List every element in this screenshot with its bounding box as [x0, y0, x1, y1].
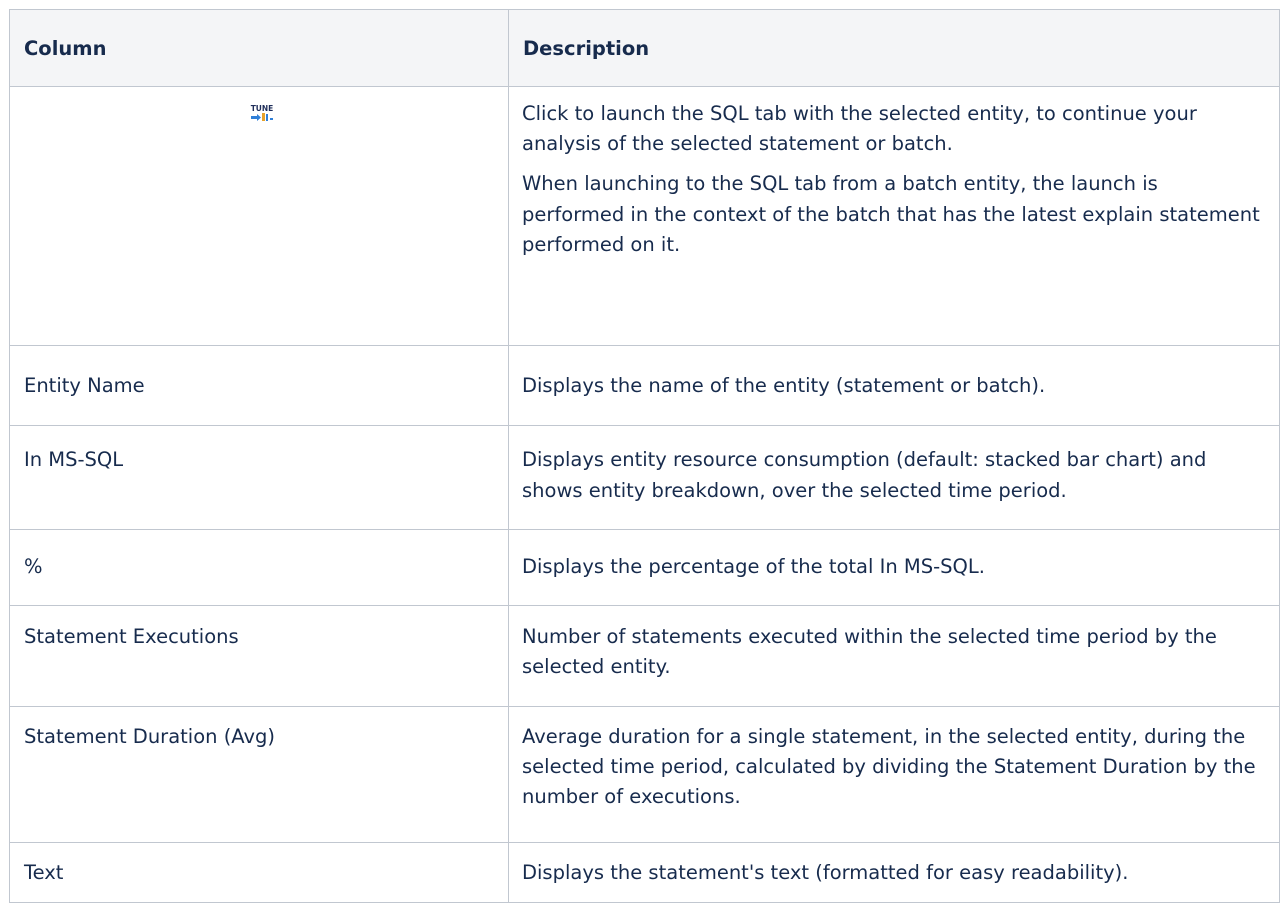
column-cell: In MS-SQL — [9, 425, 509, 530]
table-row: Statement Duration (Avg) Average duratio… — [9, 706, 1280, 843]
column-cell: % — [9, 529, 509, 606]
table-row: In MS-SQL Displays entity resource consu… — [9, 425, 1280, 530]
column-cell: Statement Duration (Avg) — [9, 706, 509, 843]
description-paragraph: Click to launch the SQL tab with the sel… — [522, 102, 1197, 156]
tune-icon-label: TUNE — [251, 104, 274, 113]
table-header-row: Column Description — [9, 9, 1280, 87]
description-cell: Displays the statement's text (formatted… — [508, 842, 1280, 903]
column-header: Column — [9, 9, 509, 87]
description-cell: Displays entity resource consumption (de… — [508, 425, 1280, 530]
column-cell: Statement Executions — [9, 605, 509, 707]
column-description-table: Column Description TUNE Click to launch … — [9, 9, 1280, 903]
tune-icon: TUNE — [249, 104, 273, 122]
table-row: Entity Name Displays the name of the ent… — [9, 345, 1280, 426]
table-row: % Displays the percentage of the total I… — [9, 529, 1280, 606]
column-cell: TUNE — [9, 86, 509, 346]
description-header: Description — [508, 9, 1280, 87]
table-row: Statement Executions Number of statement… — [9, 605, 1280, 707]
description-cell: Displays the percentage of the total In … — [508, 529, 1280, 606]
description-cell: Click to launch the SQL tab with the sel… — [508, 86, 1280, 346]
description-cell: Displays the name of the entity (stateme… — [508, 345, 1280, 426]
table-row: TUNE Click to launch the SQL tab with th… — [9, 86, 1280, 346]
table-row: Text Displays the statement's text (form… — [9, 842, 1280, 903]
column-cell: Entity Name — [9, 345, 509, 426]
column-cell: Text — [9, 842, 509, 903]
description-paragraph: When launching to the SQL tab from a bat… — [522, 172, 1260, 256]
description-cell: Number of statements executed within the… — [508, 605, 1280, 707]
description-cell: Average duration for a single statement,… — [508, 706, 1280, 843]
